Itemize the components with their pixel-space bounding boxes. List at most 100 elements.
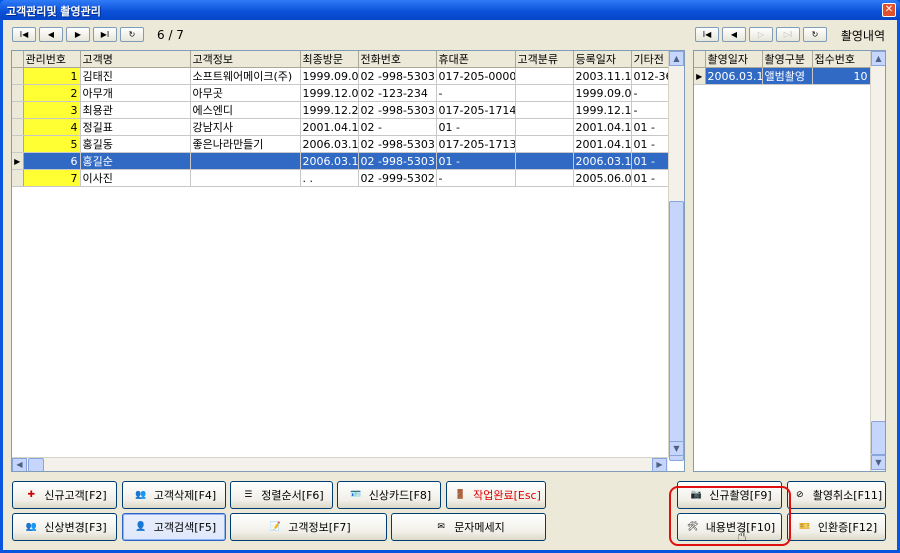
col-header-id[interactable]: 관리번호 (23, 51, 81, 68)
last-visit-cell[interactable]: 1999.12.20 (300, 101, 359, 119)
phone-cell[interactable]: 02 -123-234 (358, 84, 437, 102)
reg-date-cell[interactable]: 2001.04.18 (573, 135, 632, 153)
mobile-cell[interactable]: 01 - (436, 152, 516, 170)
row-indicator[interactable] (12, 135, 24, 153)
id-cell[interactable]: 3 (23, 101, 81, 119)
customer-row[interactable]: 3최용관에스엔디1999.12.2002 -998-5303017-205-17… (12, 101, 683, 119)
image-card-button[interactable]: 🪪 신상카드[F8] (337, 481, 441, 509)
reg-date-cell[interactable]: 1999.12.18 (573, 101, 632, 119)
mobile-cell[interactable]: - (436, 84, 516, 102)
info-cell[interactable]: 에스엔디 (190, 101, 301, 119)
last-visit-cell[interactable]: 2006.03.13 (300, 135, 359, 153)
info-cell[interactable]: 강남지사 (190, 118, 301, 136)
category-cell[interactable] (515, 67, 574, 85)
shoot-scroll-up-icon[interactable]: ▲ (871, 51, 885, 66)
first-record-button[interactable]: I◀ (12, 27, 36, 42)
exchange-button[interactable]: 🎫 인환증[F12] (787, 513, 886, 541)
category-cell[interactable] (515, 84, 574, 102)
last-visit-cell[interactable]: 2006.03.10 (300, 152, 359, 170)
delete-customer-button[interactable]: 👥 고객삭제[F4] (122, 481, 226, 509)
customer-row[interactable]: 1김태진소프트웨어메이크(주)1999.09.0402 -998-5303017… (12, 67, 683, 85)
col-header-shoot-type[interactable]: 촬영구분 (762, 51, 813, 68)
customer-row[interactable]: 4정길표강남지사2001.04.1802 -01 -2001.04.1801 - (12, 118, 683, 136)
col-header-mobile[interactable]: 휴대폰 (436, 51, 516, 68)
category-cell[interactable] (515, 152, 574, 170)
name-cell[interactable]: 김태진 (80, 67, 191, 85)
last-visit-cell[interactable]: 1999.12.01 (300, 84, 359, 102)
shoot-scroll-down-icon[interactable]: ▼ (871, 455, 885, 470)
sms-button[interactable]: ✉ 문자메세지 (391, 513, 546, 541)
phone-cell[interactable]: 02 -998-5303 (358, 101, 437, 119)
scroll-left-icon[interactable]: ◀ (12, 458, 27, 471)
name-cell[interactable]: 정길표 (80, 118, 191, 136)
mobile-cell[interactable]: 017-205-0000 (436, 67, 516, 85)
customer-row[interactable]: 2아무개아무곳1999.12.0102 -123-234 - 1999.09.02… (12, 84, 683, 102)
last-visit-cell[interactable]: 1999.09.04 (300, 67, 359, 85)
phone-cell[interactable]: 02 - (358, 118, 437, 136)
id-cell[interactable]: 7 (23, 169, 81, 187)
scroll-down-icon[interactable]: ▼ (669, 441, 684, 456)
name-cell[interactable]: 이사진 (80, 169, 191, 187)
category-cell[interactable] (515, 101, 574, 119)
scroll-up-icon[interactable]: ▲ (669, 51, 684, 66)
category-cell[interactable] (515, 118, 574, 136)
row-indicator[interactable] (12, 67, 24, 85)
scroll-thumb[interactable] (669, 201, 684, 461)
name-cell[interactable]: 홍길순 (80, 152, 191, 170)
shoot-row[interactable]: ▶ 2006.03.10 앨범촬영 10 (694, 67, 871, 85)
col-header-shoot-date[interactable]: 촬영일자 (705, 51, 763, 68)
next-record-button[interactable]: ▶ (66, 27, 90, 42)
hscroll-thumb[interactable] (28, 458, 44, 471)
name-cell[interactable]: 아무개 (80, 84, 191, 102)
shoot-next-button[interactable]: ▷ (749, 27, 773, 42)
id-cell[interactable]: 1 (23, 67, 81, 85)
reg-date-cell[interactable]: 2005.06.07 (573, 169, 632, 187)
info-cell[interactable]: 아무곳 (190, 84, 301, 102)
row-indicator[interactable] (12, 169, 24, 187)
id-cell[interactable]: 2 (23, 84, 81, 102)
mobile-cell[interactable]: 017-205-1713 (436, 135, 516, 153)
change-profile-button[interactable]: 👥 신상변경[F3] (12, 513, 117, 541)
category-cell[interactable] (515, 135, 574, 153)
shoot-scroll-thumb[interactable] (871, 421, 885, 455)
prev-record-button[interactable]: ◀ (39, 27, 63, 42)
col-header-last-visit[interactable]: 최종방문 (300, 51, 359, 68)
phone-cell[interactable]: 02 -998-5303 (358, 152, 437, 170)
sort-order-button[interactable]: ☰ 정렬순서[F6] (230, 481, 333, 509)
col-header-reg-date[interactable]: 등록일자 (573, 51, 632, 68)
name-cell[interactable]: 최용관 (80, 101, 191, 119)
finish-button[interactable]: 🚪 작업완료[Esc] (446, 481, 546, 509)
reg-date-cell[interactable]: 2001.04.18 (573, 118, 632, 136)
mobile-cell[interactable]: - (436, 169, 516, 187)
col-header-info[interactable]: 고객정보 (190, 51, 301, 68)
scroll-right-icon[interactable]: ▶ (652, 458, 667, 471)
id-cell[interactable]: 4 (23, 118, 81, 136)
close-button[interactable]: ✕ (882, 3, 896, 17)
row-indicator[interactable] (12, 84, 24, 102)
phone-cell[interactable]: 02 -998-5303 (358, 67, 437, 85)
customer-vertical-scrollbar[interactable]: ▲ ▼ (668, 51, 684, 461)
customer-row[interactable]: 5홍길동좋은나라만들기2006.03.1302 -998-5303017-205… (12, 135, 683, 153)
customer-horizontal-scrollbar[interactable]: ◀ ▶ (12, 457, 668, 471)
shoot-last-button[interactable]: ▷I (776, 27, 800, 42)
shoot-receipt-cell[interactable]: 10 (812, 67, 871, 85)
last-visit-cell[interactable]: . . (300, 169, 359, 187)
reg-date-cell[interactable]: 1999.09.02 (573, 84, 632, 102)
shoot-first-button[interactable]: I◀ (695, 27, 719, 42)
row-pointer-icon[interactable]: ▶ (12, 152, 24, 170)
col-header-phone[interactable]: 전화번호 (358, 51, 437, 68)
shoot-vertical-scrollbar[interactable]: ▲ ▼ (870, 51, 885, 471)
category-cell[interactable] (515, 169, 574, 187)
row-indicator[interactable] (12, 118, 24, 136)
reg-date-cell[interactable]: 2006.03.10 (573, 152, 632, 170)
col-header-category[interactable]: 고객분류 (515, 51, 574, 68)
info-cell[interactable]: 소프트웨어메이크(주) (190, 67, 301, 85)
new-customer-button[interactable]: ✚ 신규고객[F2] (12, 481, 117, 509)
customer-grid[interactable]: 관리번호 고객명 고객정보 최종방문 전화번호 휴대폰 고객분류 등록일자 기타… (11, 50, 685, 472)
info-cell[interactable]: 좋은나라만들기 (190, 135, 301, 153)
mobile-cell[interactable]: 01 - (436, 118, 516, 136)
customer-row[interactable]: ▶6홍길순2006.03.1002 -998-530301 -2006.03.1… (12, 152, 683, 170)
col-header-name[interactable]: 고객명 (80, 51, 191, 68)
phone-cell[interactable]: 02 -998-5303 (358, 135, 437, 153)
info-cell[interactable] (190, 152, 301, 170)
